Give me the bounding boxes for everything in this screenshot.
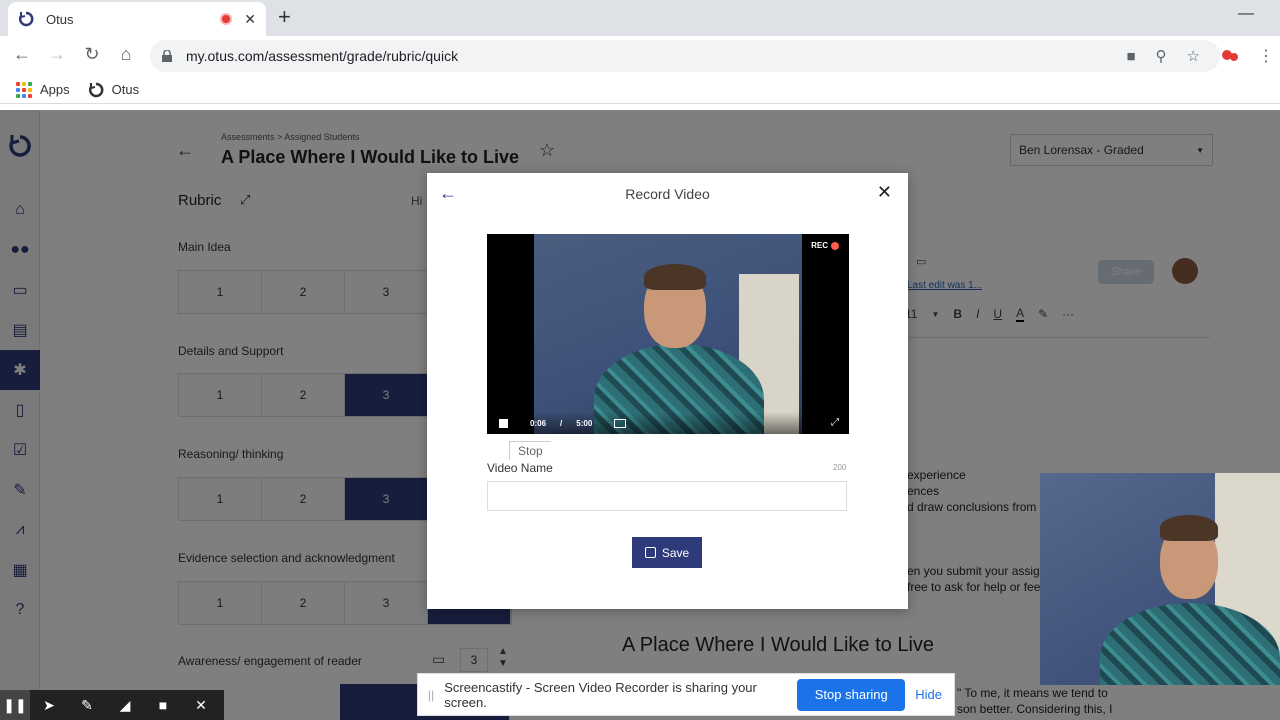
rec-badge: REC: [811, 241, 839, 250]
picture-in-picture-icon[interactable]: [614, 418, 627, 428]
webcam-toggle-icon[interactable]: ■: [144, 690, 182, 720]
url-text: my.otus.com/assessment/grade/rubric/quic…: [186, 48, 459, 64]
apps-grid-icon: [16, 81, 32, 98]
omnibox[interactable]: my.otus.com/assessment/grade/rubric/quic…: [150, 40, 1220, 72]
window-minimize-icon[interactable]: —: [1238, 5, 1254, 23]
forward-icon[interactable]: →: [45, 44, 69, 65]
time-separator: /: [560, 418, 563, 428]
reload-icon[interactable]: ↻: [80, 44, 104, 65]
recording-indicator-icon: [220, 13, 233, 25]
save-icon: [644, 547, 656, 558]
address-bar: ← → ↻ ⌂ my.otus.com/assessment/grade/rub…: [0, 36, 1280, 76]
video-name-label: Video Name: [487, 461, 553, 475]
close-toolbar-icon[interactable]: ✕: [182, 690, 220, 720]
video-controls: 0:06 / 5:00 ⤢: [487, 412, 849, 434]
time-limit: 5:00: [576, 418, 593, 428]
bookmark-star-icon[interactable]: ☆: [1187, 47, 1200, 65]
screencastify-extension-icon[interactable]: [1221, 48, 1239, 62]
browser-tab[interactable]: Otus ✕: [8, 2, 266, 36]
menu-icon[interactable]: ⋮: [1258, 46, 1274, 66]
bookmark-apps[interactable]: Apps: [16, 81, 70, 98]
video-person-hair: [644, 264, 706, 290]
browser-tab-bar: Otus ✕ + —: [0, 0, 1280, 36]
cursor-icon[interactable]: ➤: [30, 690, 68, 720]
new-tab-icon[interactable]: +: [278, 6, 291, 28]
tab-close-icon[interactable]: ✕: [244, 11, 256, 28]
pause-icon[interactable]: ❚❚: [0, 690, 30, 720]
bookmark-label: Apps: [40, 82, 70, 97]
recording-toolbar: ❚❚ ➤ ✎ ◢ ■ ✕: [0, 690, 224, 720]
tab-title: Otus: [46, 11, 74, 27]
modal-title: Record Video: [625, 186, 710, 202]
lock-icon: [162, 50, 172, 62]
back-icon[interactable]: ←: [10, 44, 34, 65]
stop-tooltip: Stop: [509, 441, 551, 460]
elapsed-time: 0:06: [530, 418, 547, 428]
pen-icon[interactable]: ✎: [68, 690, 106, 720]
screen-share-bar: || Screencastify - Screen Video Recorder…: [417, 673, 955, 716]
stop-sharing-button[interactable]: Stop sharing: [797, 678, 906, 711]
home-icon[interactable]: ⌂: [114, 44, 138, 65]
stop-icon[interactable]: [499, 418, 508, 428]
video-name-input[interactable]: [487, 481, 847, 511]
fullscreen-icon[interactable]: ⤢: [831, 417, 839, 428]
video-frame: [534, 234, 802, 434]
camera-icon[interactable]: ■: [1126, 48, 1135, 65]
bookmark-label: Otus: [111, 82, 140, 97]
rec-label: REC: [811, 241, 828, 250]
eraser-icon[interactable]: ◢: [106, 690, 144, 720]
otus-logo-icon: [88, 82, 104, 97]
drag-handle-icon[interactable]: ||: [428, 688, 434, 702]
bookmark-otus[interactable]: Otus: [88, 82, 139, 98]
webcam-person-hair: [1160, 515, 1218, 541]
video-preview[interactable]: REC 0:06 / 5:00 ⤢: [487, 234, 849, 434]
save-button[interactable]: Save: [632, 537, 702, 568]
otus-logo-icon: [19, 11, 34, 27]
record-video-modal: ← Record Video ✕ REC 0:06 / 5:00 ⤢ Stop …: [427, 173, 908, 609]
webcam-overlay[interactable]: [1040, 473, 1280, 685]
rec-dot-icon: [831, 241, 839, 250]
bookmarks-bar: Apps Otus: [0, 76, 1280, 104]
hide-button[interactable]: Hide: [915, 687, 942, 702]
close-icon[interactable]: ✕: [877, 182, 892, 203]
save-button-label: Save: [661, 545, 690, 560]
zoom-icon[interactable]: ⚲: [1156, 47, 1167, 65]
share-message: Screencastify - Screen Video Recorder is…: [444, 679, 757, 710]
video-name-char-count: 200: [833, 463, 847, 472]
